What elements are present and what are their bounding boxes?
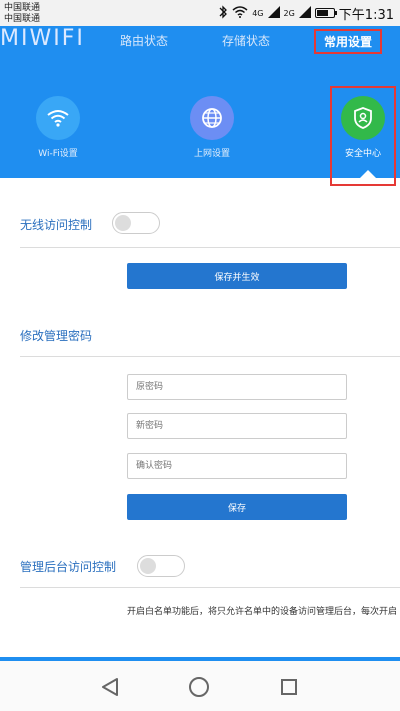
wifi-icon [36,96,80,140]
wifi-settings-label: Wi-Fi设置 [38,149,78,159]
network-type-2: 2G [283,8,295,18]
tab-common-settings[interactable]: 常用设置 [314,29,383,54]
new-password-input[interactable] [127,413,347,439]
cell-signal-icon-2 [298,5,311,21]
bluetooth-icon [218,4,228,22]
security-center-label: 安全中心 [344,149,381,159]
old-password-input[interactable] [127,374,347,400]
carrier-2: 中国联通 [4,14,41,24]
divider [20,356,400,357]
cell-signal-icon [267,5,280,21]
wireless-access-title: 无线访问控制 [20,218,93,232]
save-password-button[interactable]: 保存 [127,494,347,520]
network-settings-label: 上网设置 [193,149,230,159]
globe-icon [190,96,234,140]
brand-logo: MIWIFI [0,26,85,51]
wifi-signal-icon [232,5,248,21]
status-bar: 中国联通 中国联通 4G 2G 下午1:31 [0,0,400,26]
tab-route-status[interactable]: 路由状态 [120,32,168,49]
network-settings-button[interactable]: 上网设置 [172,96,252,159]
app-header: MIWIFI 路由状态 存储状态 常用设置 Wi-Fi设置 上网设置 安全中心 [0,26,400,186]
admin-access-toggle[interactable] [137,555,185,577]
wifi-settings-button[interactable]: Wi-Fi设置 [18,96,98,159]
admin-access-title: 管理后台访问控制 [20,560,117,574]
save-apply-button[interactable]: 保存并生效 [127,263,347,289]
network-type-1: 4G [252,8,264,18]
divider [20,247,400,248]
active-tab-pointer [360,170,376,178]
whitelist-note: 开启白名单功能后，将只允许名单中的设备访问管理后台，每次开启 [127,607,398,617]
tab-storage-status[interactable]: 存储状态 [222,32,270,49]
clock: 下午1:31 [338,7,394,23]
status-icons: 4G 2G 下午1:31 [218,4,394,23]
shield-user-icon [341,96,385,140]
battery-icon [314,8,337,18]
password-section-title: 修改管理密码 [20,329,93,343]
divider [20,587,400,588]
confirm-password-input[interactable] [127,453,347,479]
system-nav-bar [0,661,400,711]
recent-apps-icon[interactable] [281,679,297,695]
carrier-1: 中国联通 [4,3,41,13]
back-icon[interactable] [101,678,119,700]
home-icon[interactable] [189,677,209,697]
wireless-access-toggle[interactable] [112,212,160,234]
